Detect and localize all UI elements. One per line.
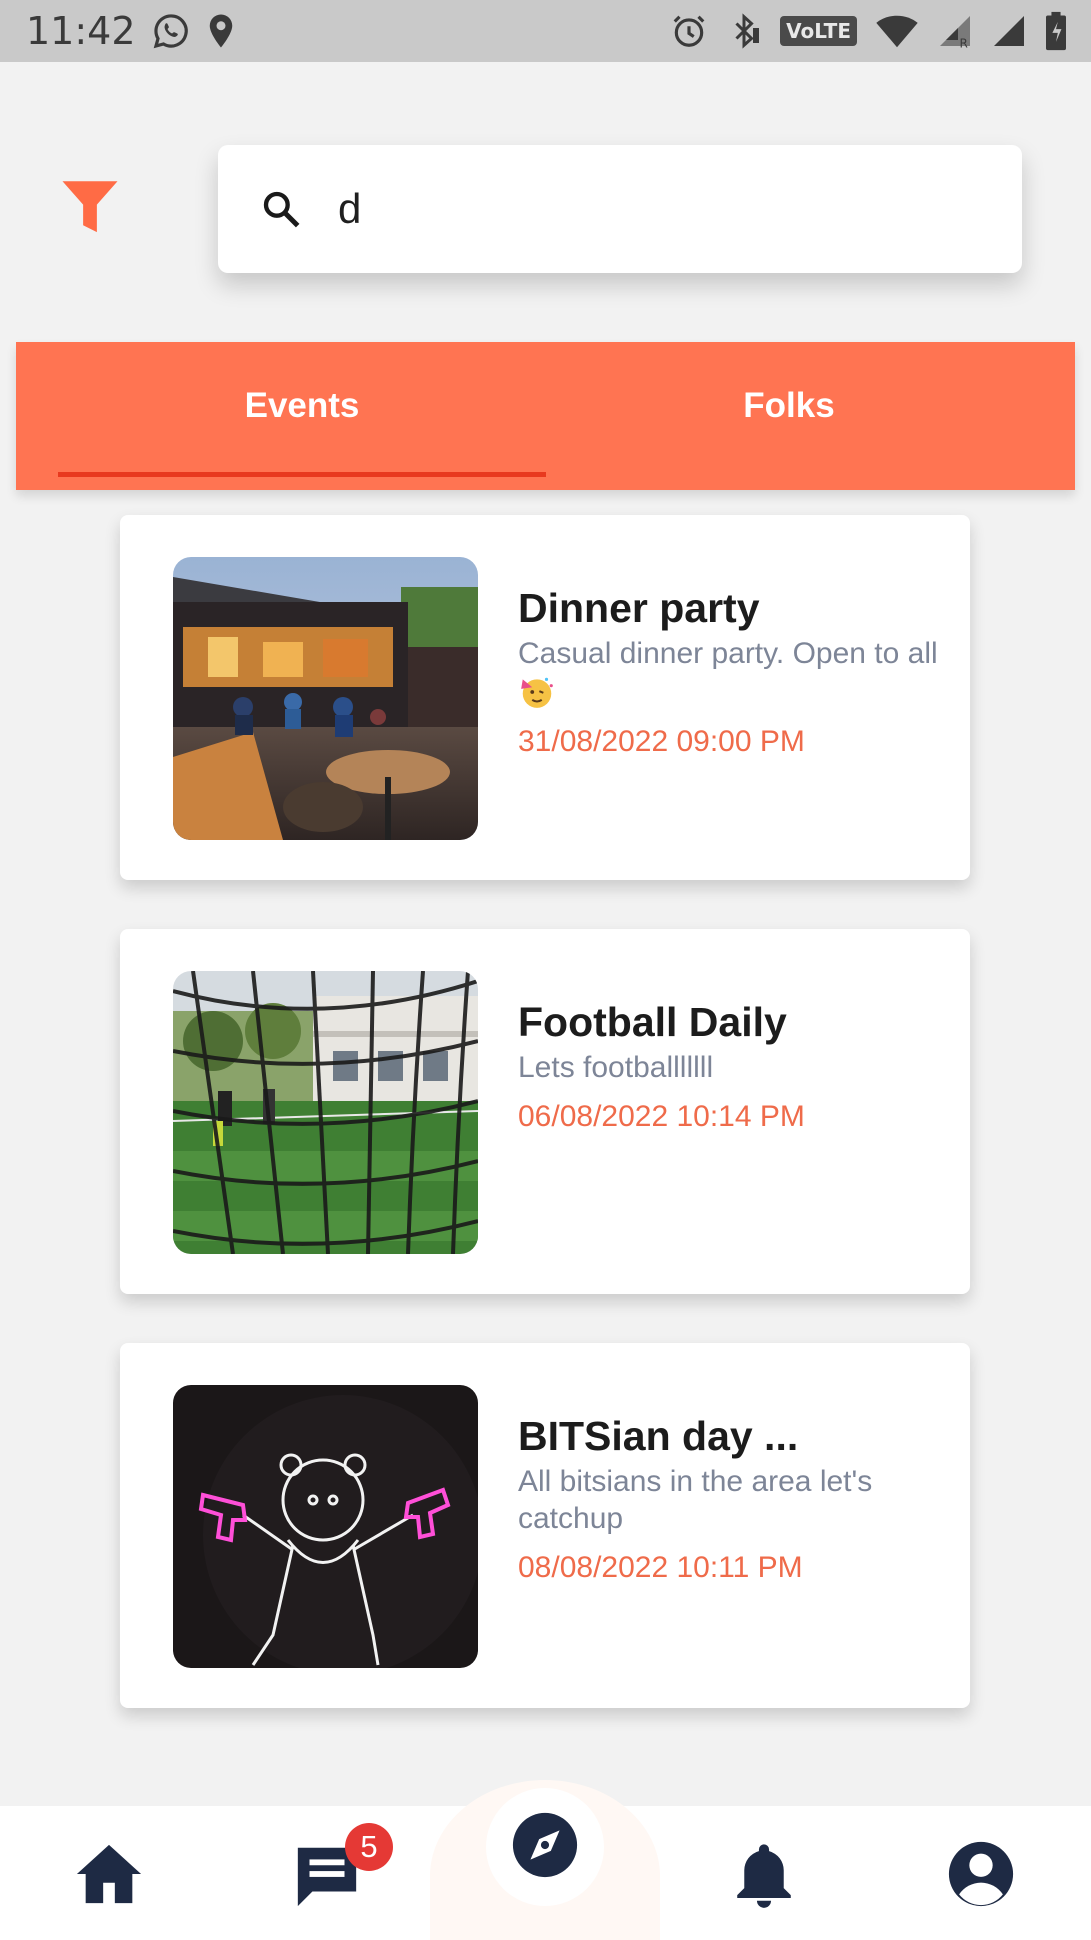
search-icon	[258, 186, 304, 232]
event-title: BITSian day ...	[518, 1413, 799, 1459]
chat-unread-badge: 5	[345, 1823, 393, 1871]
compass-icon	[510, 1810, 580, 1885]
event-title: Dinner party	[518, 585, 760, 631]
party-face-emoji-icon	[518, 673, 556, 711]
filter-button[interactable]	[52, 170, 128, 246]
event-description: All bitsians in the area let's catchup	[518, 1465, 873, 1535]
event-datetime: 31/08/2022 09:00 PM	[518, 725, 805, 759]
alarm-icon	[670, 12, 708, 50]
tab-selected-indicator	[58, 472, 546, 477]
event-description-text: Casual dinner party. Open to all	[518, 637, 938, 670]
event-datetime: 08/08/2022 10:11 PM	[518, 1551, 803, 1584]
event-datetime: 06/08/2022 10:14 PM	[518, 1100, 805, 1133]
event-description: Lets footballlllll	[518, 1051, 714, 1084]
filter-icon	[57, 173, 123, 244]
location-icon	[206, 13, 236, 49]
nav-home-button[interactable]	[59, 1826, 159, 1926]
tab-bar: Events Folks	[16, 342, 1075, 490]
whatsapp-icon	[152, 12, 190, 50]
home-icon	[74, 1841, 144, 1912]
status-bar: 11:42 VoLTE R	[0, 0, 1091, 62]
event-image-restaurant	[173, 557, 478, 840]
battery-icon	[1045, 11, 1067, 51]
nav-notifications-button[interactable]	[714, 1826, 814, 1926]
volte-badge: VoLTE	[780, 16, 857, 46]
event-card-dinner-party[interactable]: Dinner party Casual dinner party. Open t…	[120, 515, 970, 880]
search-bar[interactable]	[218, 145, 1022, 273]
signal-icon	[991, 13, 1027, 49]
svg-text:R: R	[960, 37, 968, 50]
event-card-football-daily[interactable]: Football Daily Lets footballlllll 06/08/…	[120, 929, 970, 1294]
nav-explore-button[interactable]	[486, 1788, 604, 1906]
tab-folks[interactable]: Folks	[545, 342, 1033, 490]
event-image-neon-panda	[173, 1385, 478, 1668]
wifi-icon	[875, 13, 919, 49]
signal-r-icon: R	[937, 13, 973, 49]
bell-icon	[733, 1840, 795, 1913]
profile-icon	[946, 1839, 1016, 1914]
bluetooth-icon	[726, 12, 762, 50]
tab-events[interactable]: Events	[58, 342, 546, 490]
event-card-bitsian-day[interactable]: BITSian day ... All bitsians in the area…	[120, 1343, 970, 1708]
event-title: Football Daily	[518, 999, 787, 1045]
status-time: 11:42	[26, 9, 136, 53]
event-description: Casual dinner party. Open to all	[518, 635, 958, 711]
event-image-football-field	[173, 971, 478, 1254]
nav-profile-button[interactable]	[931, 1826, 1031, 1926]
search-input[interactable]	[338, 185, 978, 233]
